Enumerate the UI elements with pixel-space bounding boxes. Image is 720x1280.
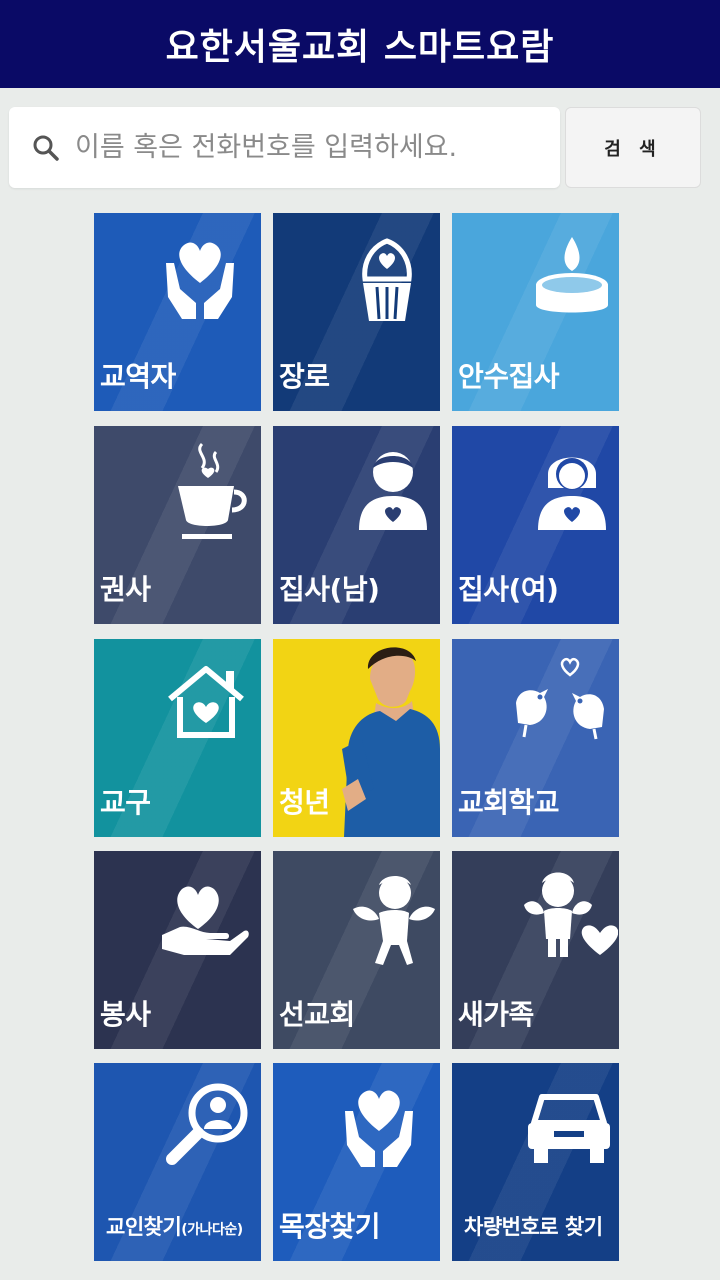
angel-heart-icon (524, 872, 618, 957)
tile-label-main: 교인찾기 (106, 1215, 182, 1239)
tile-senior-deaconesses[interactable]: 권사 (94, 426, 261, 624)
tile-label: 목장찾기 (279, 1210, 381, 1243)
tile-pastors[interactable]: 교역자 (94, 213, 261, 411)
tile-elders[interactable]: 장로 (273, 213, 440, 411)
tile-label: 집사(여) (458, 573, 559, 606)
magnifier-person-icon (166, 1083, 248, 1165)
tile-parish[interactable]: 교구 (94, 639, 261, 837)
tile-label: 청년 (279, 786, 330, 819)
app-title: 요한서울교회 스마트요람 (165, 27, 555, 68)
tile-label: 새가족 (458, 998, 534, 1031)
tile-label: 교인찾기(가나다순) (106, 1211, 243, 1241)
app-header: 요한서울교회 스마트요람 (0, 0, 720, 88)
tile-label: 교회학교 (458, 786, 560, 819)
tile-youth[interactable]: 청년 (273, 639, 440, 837)
candle-icon (536, 237, 608, 313)
hand-heart-icon (162, 886, 249, 955)
tile-find-by-plate[interactable]: 차량번호로 찾기 (452, 1063, 619, 1261)
tile-label: 차량번호로 찾기 (464, 1215, 603, 1239)
hands-heart-icon (166, 242, 234, 319)
tile-label: 교역자 (100, 360, 176, 393)
tile-label: 선교회 (279, 998, 355, 1031)
birds-heart-icon (516, 657, 604, 740)
woman-heart-icon (538, 457, 606, 530)
tile-label: 권사 (100, 573, 151, 606)
tile-mission[interactable]: 선교회 (273, 851, 440, 1049)
coffee-cup-icon (178, 442, 247, 539)
tile-label: 봉사 (100, 998, 151, 1031)
tile-label: 안수집사 (458, 360, 560, 393)
tile-label: 교구 (100, 786, 151, 819)
tile-service[interactable]: 봉사 (94, 851, 261, 1049)
search-button[interactable]: 검 색 (565, 107, 701, 188)
tile-find-cell-group[interactable]: 목장찾기 (273, 1063, 440, 1261)
search-input[interactable] (73, 131, 547, 164)
house-heart-icon (168, 666, 244, 738)
man-heart-icon (359, 452, 427, 530)
tile-deacons-female[interactable]: 집사(여) (452, 426, 619, 624)
cupcake-heart-icon (362, 238, 412, 321)
car-icon (528, 1094, 610, 1163)
tile-church-school[interactable]: 교회학교 (452, 639, 619, 837)
tile-label: 집사(남) (279, 573, 380, 606)
tile-find-member[interactable]: 교인찾기(가나다순) (94, 1063, 261, 1261)
tile-deacons-male[interactable]: 집사(남) (273, 426, 440, 624)
tile-label-sub: (가나다순) (181, 1222, 243, 1238)
search-field[interactable] (9, 107, 560, 188)
tile-label: 장로 (279, 360, 330, 393)
cupid-icon (353, 876, 435, 965)
search-icon (33, 135, 59, 161)
young-man-photo (342, 647, 440, 837)
hands-heart-icon (345, 1090, 413, 1167)
tile-new-family[interactable]: 새가족 (452, 851, 619, 1049)
tile-ordained-deacons[interactable]: 안수집사 (452, 213, 619, 411)
